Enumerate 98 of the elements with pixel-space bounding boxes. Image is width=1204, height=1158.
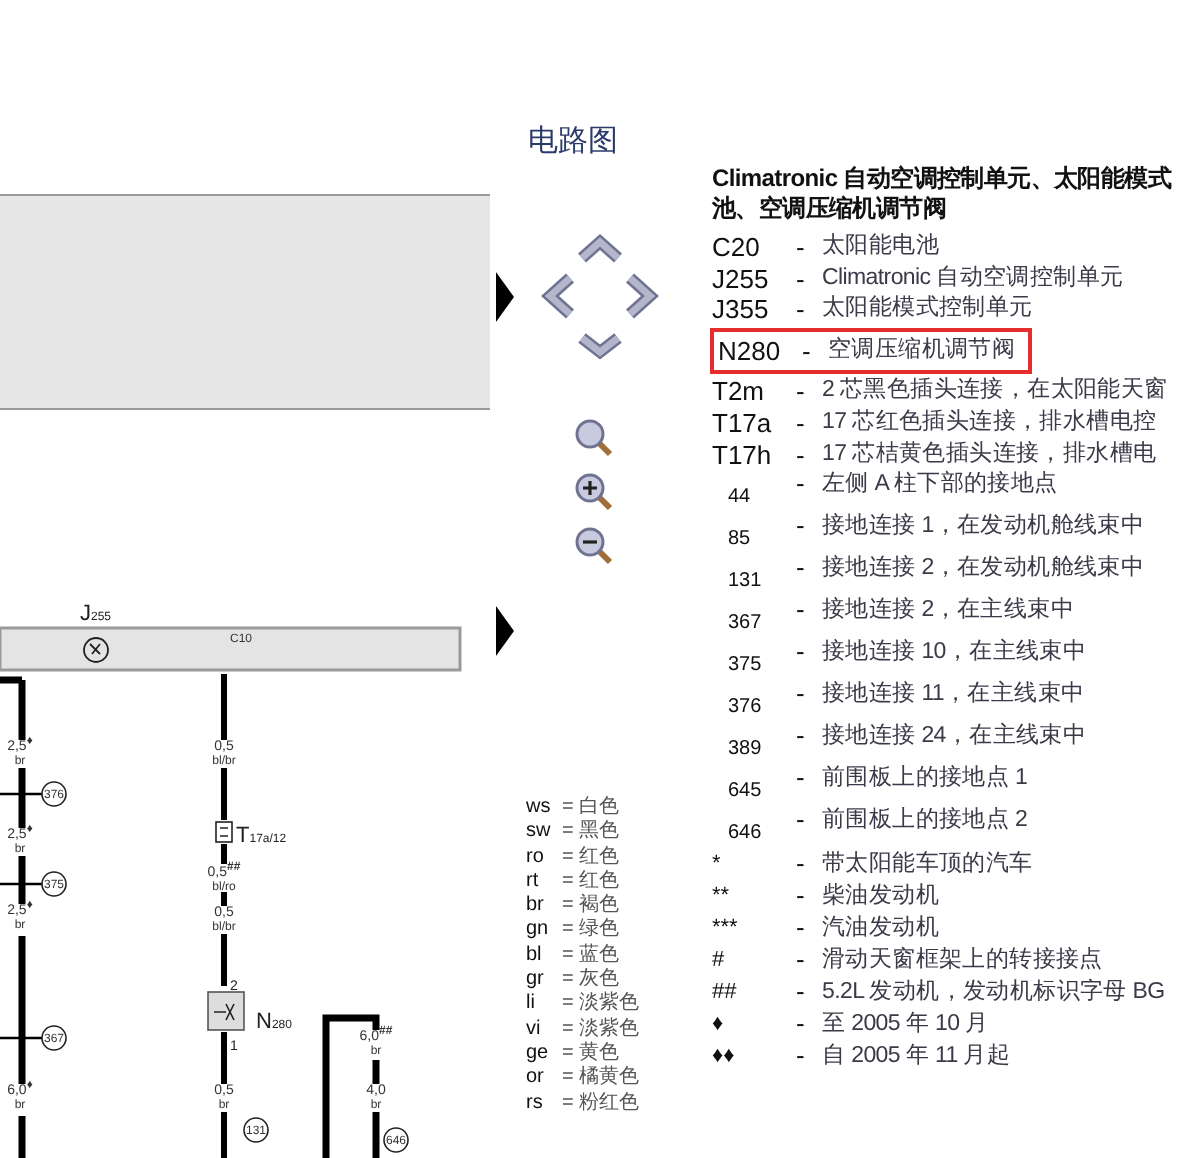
legend-description: 滑动天窗框架上的转接接点 (822, 944, 1103, 977)
color-code: ws (526, 796, 553, 821)
legend-description: 接地连接 1，在发动机舱线束中 (822, 512, 1145, 543)
legend-code: 131 (726, 568, 764, 597)
color-name: = 淡紫色 (562, 992, 640, 1017)
legend-description: 前围板上的接地点 2 (822, 806, 1028, 837)
legend-code: T17h (712, 439, 774, 471)
color-code: bl (526, 943, 544, 969)
legend-description: 汽油发动机 (822, 913, 940, 945)
color-code: vi (526, 1017, 543, 1042)
legend-code: * (712, 850, 723, 881)
legend-description: 17 芯红色插头连接，排水槽电控 (822, 407, 1157, 438)
legend-code: ♦♦ (712, 1042, 737, 1073)
legend-description: 空调压缩机调节阀 (828, 335, 1016, 366)
legend-code: J355 (712, 294, 771, 326)
legend-code: J255 (712, 263, 771, 295)
color-code: ro (526, 845, 546, 870)
color-name: = 白色 (562, 796, 620, 820)
legend-code: 389 (726, 736, 764, 765)
legend-description: Climatronic 自动空调控制单元 (822, 263, 1124, 294)
legend-description: 接地连接 10，在主线束中 (822, 638, 1087, 669)
legend-code: 646 (726, 820, 764, 849)
legend-description: 至 2005 年 10 月 (822, 1009, 989, 1041)
legend-dash: - (796, 294, 807, 326)
color-name: = 淡紫色 (562, 1017, 640, 1041)
color-code: gn (526, 918, 551, 944)
color-name: = 橘黄色 (562, 1066, 640, 1092)
legend-code: T2m (712, 376, 766, 408)
color-name: = 绿色 (562, 918, 620, 943)
legend-dash: - (796, 512, 807, 545)
color-name: = 灰色 (562, 968, 620, 991)
color-code: or (526, 1066, 546, 1092)
color-name: = 黄色 (562, 1041, 620, 1065)
legend-description: 带太阳能车顶的汽车 (822, 849, 1033, 881)
color-name: = 蓝色 (562, 943, 620, 968)
legend-description: 太阳能模式控制单元 (822, 294, 1033, 325)
legend-dash: - (796, 439, 807, 471)
legend-description: 柴油发动机 (822, 881, 940, 913)
legend-description: 17 芯桔黄色插头连接，排水槽电 (822, 439, 1157, 470)
legend-dash: - (796, 880, 807, 913)
legend-dash: - (796, 722, 807, 755)
legend-code: 376 (726, 694, 764, 723)
legend-code: ♦ (712, 1010, 726, 1041)
legend-code: ** (712, 882, 732, 913)
legend-code: 85 (726, 526, 753, 555)
page-title: 电路图 (528, 122, 618, 160)
legend-description: 5.2L 发动机，发动机标识字母 BG (822, 976, 1165, 1009)
legend-dash: - (796, 1040, 807, 1073)
color-code: ge (526, 1041, 551, 1067)
legend-code: # (712, 946, 727, 977)
legend-description: 自 2005 年 11 月起 (822, 1041, 1011, 1073)
legend-dash: - (796, 554, 807, 587)
legend-dash: - (796, 470, 807, 503)
legend-dash: - (796, 638, 807, 671)
legend-code: 645 (726, 778, 764, 807)
legend-code: *** (712, 914, 740, 945)
legend-dash: - (796, 848, 807, 881)
color-name: = 红色 (562, 869, 620, 893)
legend-code: 44 (726, 484, 753, 513)
legend-code: C20 (712, 232, 762, 264)
color-name: = 黑色 (562, 820, 620, 846)
color-name: = 褐色 (562, 894, 620, 918)
legend-description: 前围板上的接地点 1 (822, 764, 1028, 795)
legend-dash: - (796, 596, 807, 629)
legend-code: 367 (726, 610, 764, 639)
legend-heading: Climatronic 自动空调控制单元、太阳能模式 (712, 164, 1174, 194)
legend-dash: - (796, 912, 807, 945)
legend-description: 左侧 A 柱下部的接地点 (822, 470, 1058, 501)
legend-code: N280 (718, 335, 783, 367)
legend-description: 接地连接 2，在主线束中 (822, 596, 1074, 627)
legend-dash: - (796, 976, 807, 1009)
legend-code: T17a (712, 407, 774, 440)
color-code: sw (526, 820, 553, 846)
legend-description: 接地连接 2，在发动机舱线束中 (822, 554, 1145, 585)
legend-dash: - (796, 680, 807, 713)
legend-heading: 池、空调压缩机调节阀 (712, 194, 949, 224)
legend-dash: - (796, 376, 807, 408)
legend-description: 接地连接 11，在主线束中 (822, 680, 1085, 711)
legend-code: ## (712, 978, 739, 1009)
legend-description: 太阳能电池 (822, 232, 940, 262)
legend-dash: - (796, 806, 807, 839)
legend-description: 2 芯黑色插头连接，在太阳能天窗 (822, 376, 1168, 407)
legend-code: 375 (726, 652, 764, 681)
legend-description: 接地连接 24，在主线束中 (822, 722, 1087, 753)
legend-dash: - (796, 407, 807, 440)
legend-dash: - (796, 764, 807, 797)
color-code: gr (526, 968, 546, 993)
color-code: rt (526, 869, 541, 895)
color-name: = 红色 (562, 845, 620, 870)
color-name: = 粉红色 (562, 1091, 640, 1116)
legend-dash: - (796, 263, 807, 295)
color-code: br (526, 894, 546, 919)
color-code: rs (526, 1091, 545, 1116)
color-code: li (526, 992, 537, 1018)
legend-dash: - (802, 335, 813, 367)
legend-dash: - (796, 944, 807, 977)
legend-dash: - (796, 1008, 807, 1041)
legend-dash: - (796, 232, 807, 264)
